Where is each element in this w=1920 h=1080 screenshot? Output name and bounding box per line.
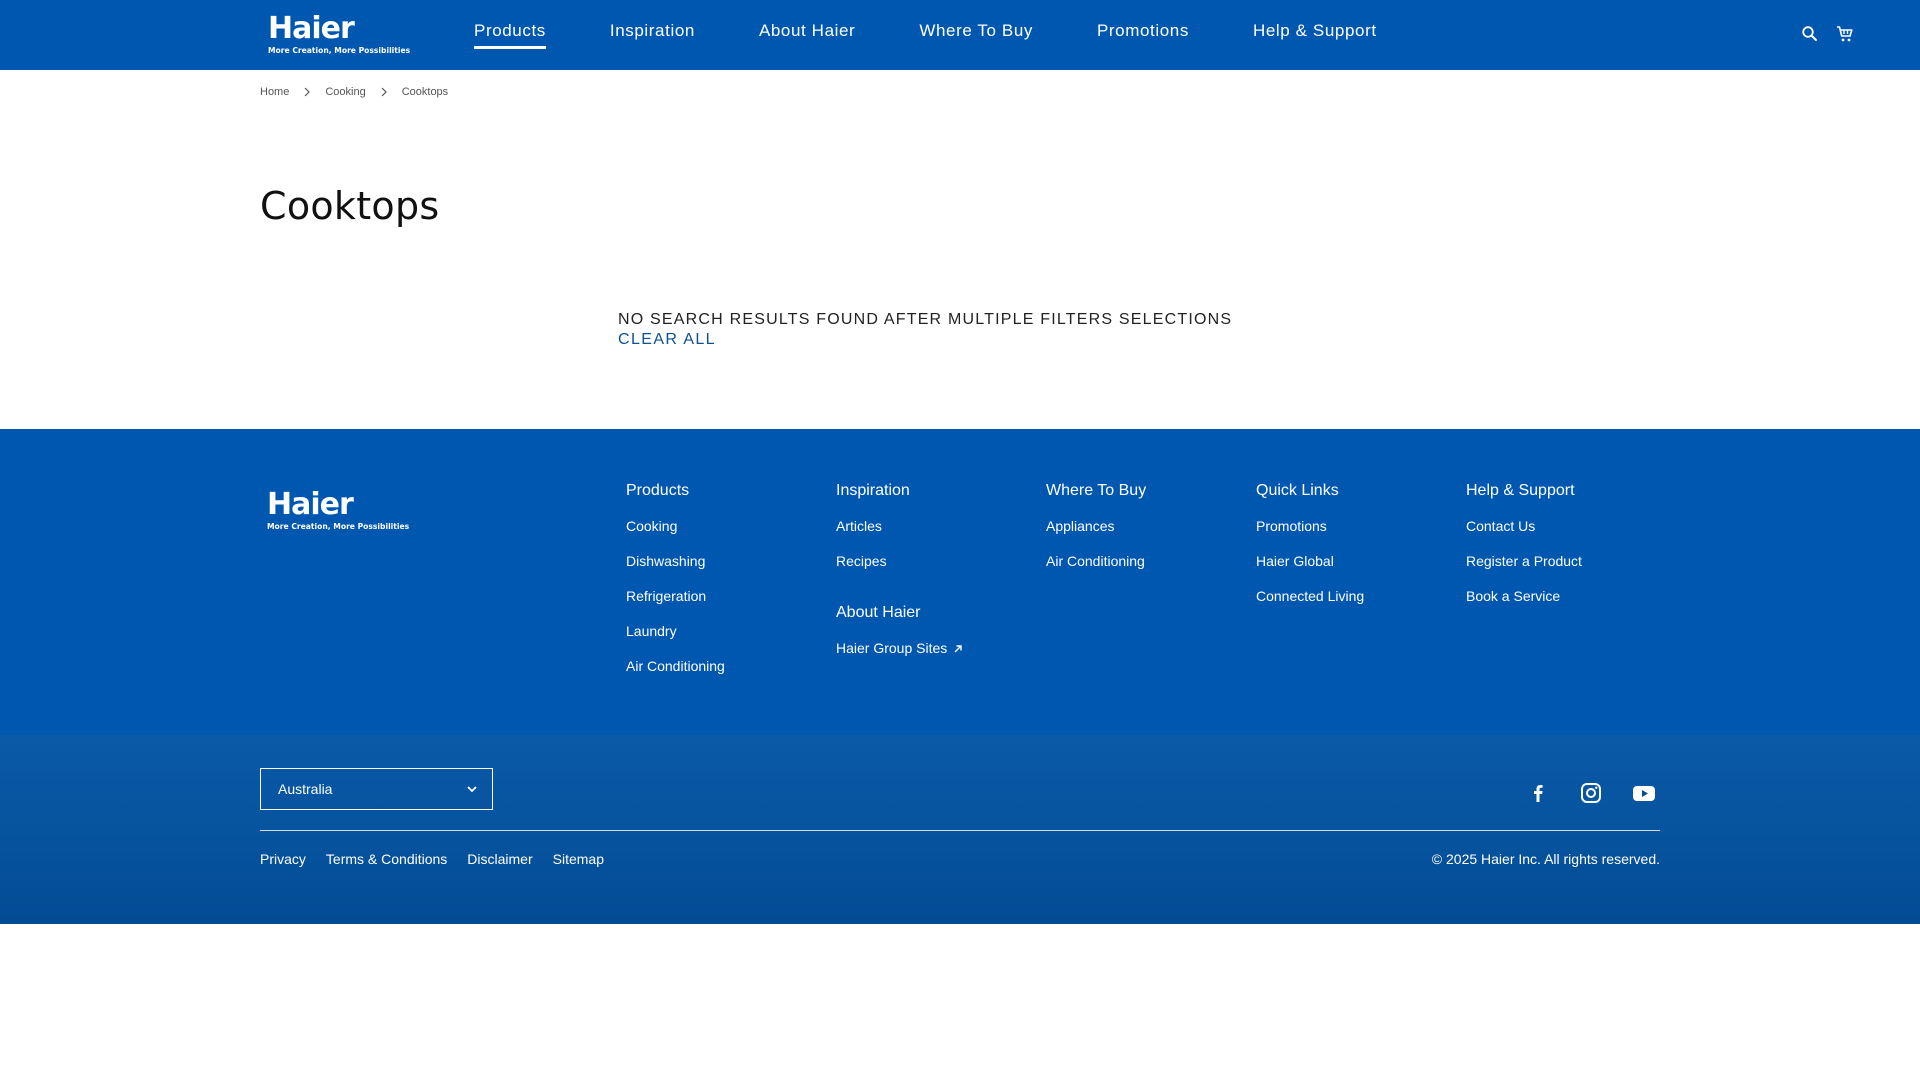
footer-link-haier-group-sites[interactable]: Haier Group Sites [836,639,963,658]
haier-logo[interactable]: Haier More Creation, More Possibilities [268,13,410,57]
no-results-message: NO SEARCH RESULTS FOUND AFTER MULTIPLE F… [618,311,1233,328]
footer-divider [260,830,1660,831]
footer-link-promotions[interactable]: Promotions [1256,517,1364,536]
footer-link-air-conditioning[interactable]: Air Conditioning [626,657,725,676]
footer-link-air-conditioning-buy[interactable]: Air Conditioning [1046,552,1146,571]
footer-link-haier-global[interactable]: Haier Global [1256,552,1364,571]
footer-col-products: Products Cooking Dishwashing Refrigerati… [626,481,725,692]
legal-links: Privacy Terms & Conditions Disclaimer Si… [260,851,624,867]
breadcrumb: Home Cooking Cooktops [260,86,448,98]
copyright-text: © 2025 Haier Inc. All rights reserved. [1431,851,1660,867]
footer-col-where-to-buy: Where To Buy Appliances Air Conditioning [1046,481,1146,587]
page-title: Cooktops [260,184,440,228]
footer-link-label: Haier Group Sites [836,640,948,656]
nav-where-to-buy[interactable]: Where To Buy [919,0,1033,70]
footer-heading: Where To Buy [1046,482,1147,499]
chevron-right-icon [381,87,387,97]
legal-link-disclaimer[interactable]: Disclaimer [467,851,532,867]
nav-about-haier[interactable]: About Haier [759,0,855,70]
footer-heading: Products [626,482,690,499]
breadcrumb-cooktops: Cooktops [401,86,449,98]
footer-heading: Quick Links [1256,482,1339,499]
chevron-down-icon [467,786,477,793]
country-select-value: Australia [278,781,333,797]
footer-link-register-product[interactable]: Register a Product [1466,552,1582,571]
site-footer: Haier More Creation, More Possibilities … [0,429,1920,735]
youtube-icon[interactable] [1632,781,1656,805]
country-select[interactable]: Australia [260,768,493,810]
nav-promotions[interactable]: Promotions [1097,0,1189,70]
nav-products[interactable]: Products [474,0,546,70]
footer-link-recipes[interactable]: Recipes [836,552,963,571]
footer-heading: Inspiration [836,482,910,499]
site-header: Haier More Creation, More Possibilities … [0,0,1920,70]
footer-link-book-service[interactable]: Book a Service [1466,587,1582,606]
nav-help-support[interactable]: Help & Support [1253,0,1377,70]
footer-logo-tagline: More Creation, More Possibilities [267,522,410,531]
footer-link-laundry[interactable]: Laundry [626,622,725,641]
footer-link-dishwashing[interactable]: Dishwashing [626,552,725,571]
logo-tagline: More Creation, More Possibilities [268,46,411,55]
search-icon[interactable] [1800,24,1820,44]
footer-logo-wordmark: Haier [267,487,354,522]
footer-link-articles[interactable]: Articles [836,517,963,536]
footer-link-connected-living[interactable]: Connected Living [1256,587,1364,606]
legal-link-terms[interactable]: Terms & Conditions [326,851,447,867]
footer-haier-logo[interactable]: Haier More Creation, More Possibilities [267,489,409,533]
facebook-icon[interactable] [1526,781,1550,805]
footer-link-refrigeration[interactable]: Refrigeration [626,587,725,606]
instagram-icon[interactable] [1579,781,1603,805]
legal-link-sitemap[interactable]: Sitemap [553,851,604,867]
legal-link-privacy[interactable]: Privacy [260,851,306,867]
footer-link-appliances[interactable]: Appliances [1046,517,1146,536]
external-link-icon [954,645,962,653]
main-nav: Products Inspiration About Haier Where T… [474,0,1441,70]
footer-col-inspiration: Inspiration Articles Recipes About Haier… [836,481,963,674]
chevron-right-icon [304,87,311,97]
clear-all-link[interactable]: CLEAR ALL [618,331,716,349]
footer-heading-about-haier: About Haier [836,604,921,621]
breadcrumb-home[interactable]: Home [260,86,289,98]
footer-link-cooking[interactable]: Cooking [626,517,725,536]
nav-inspiration[interactable]: Inspiration [610,0,695,70]
footer-col-help-support: Help & Support Contact Us Register a Pro… [1466,481,1582,622]
logo-wordmark: Haier [268,11,355,46]
footer-col-quick-links: Quick Links Promotions Haier Global Conn… [1256,481,1364,622]
footer-link-contact-us[interactable]: Contact Us [1466,517,1582,536]
breadcrumb-cooking[interactable]: Cooking [325,86,365,98]
footer-heading: Help & Support [1466,482,1575,499]
footer-bottom: Australia Privacy Terms & Conditions Dis… [0,735,1920,924]
cart-icon[interactable] [1835,24,1855,44]
